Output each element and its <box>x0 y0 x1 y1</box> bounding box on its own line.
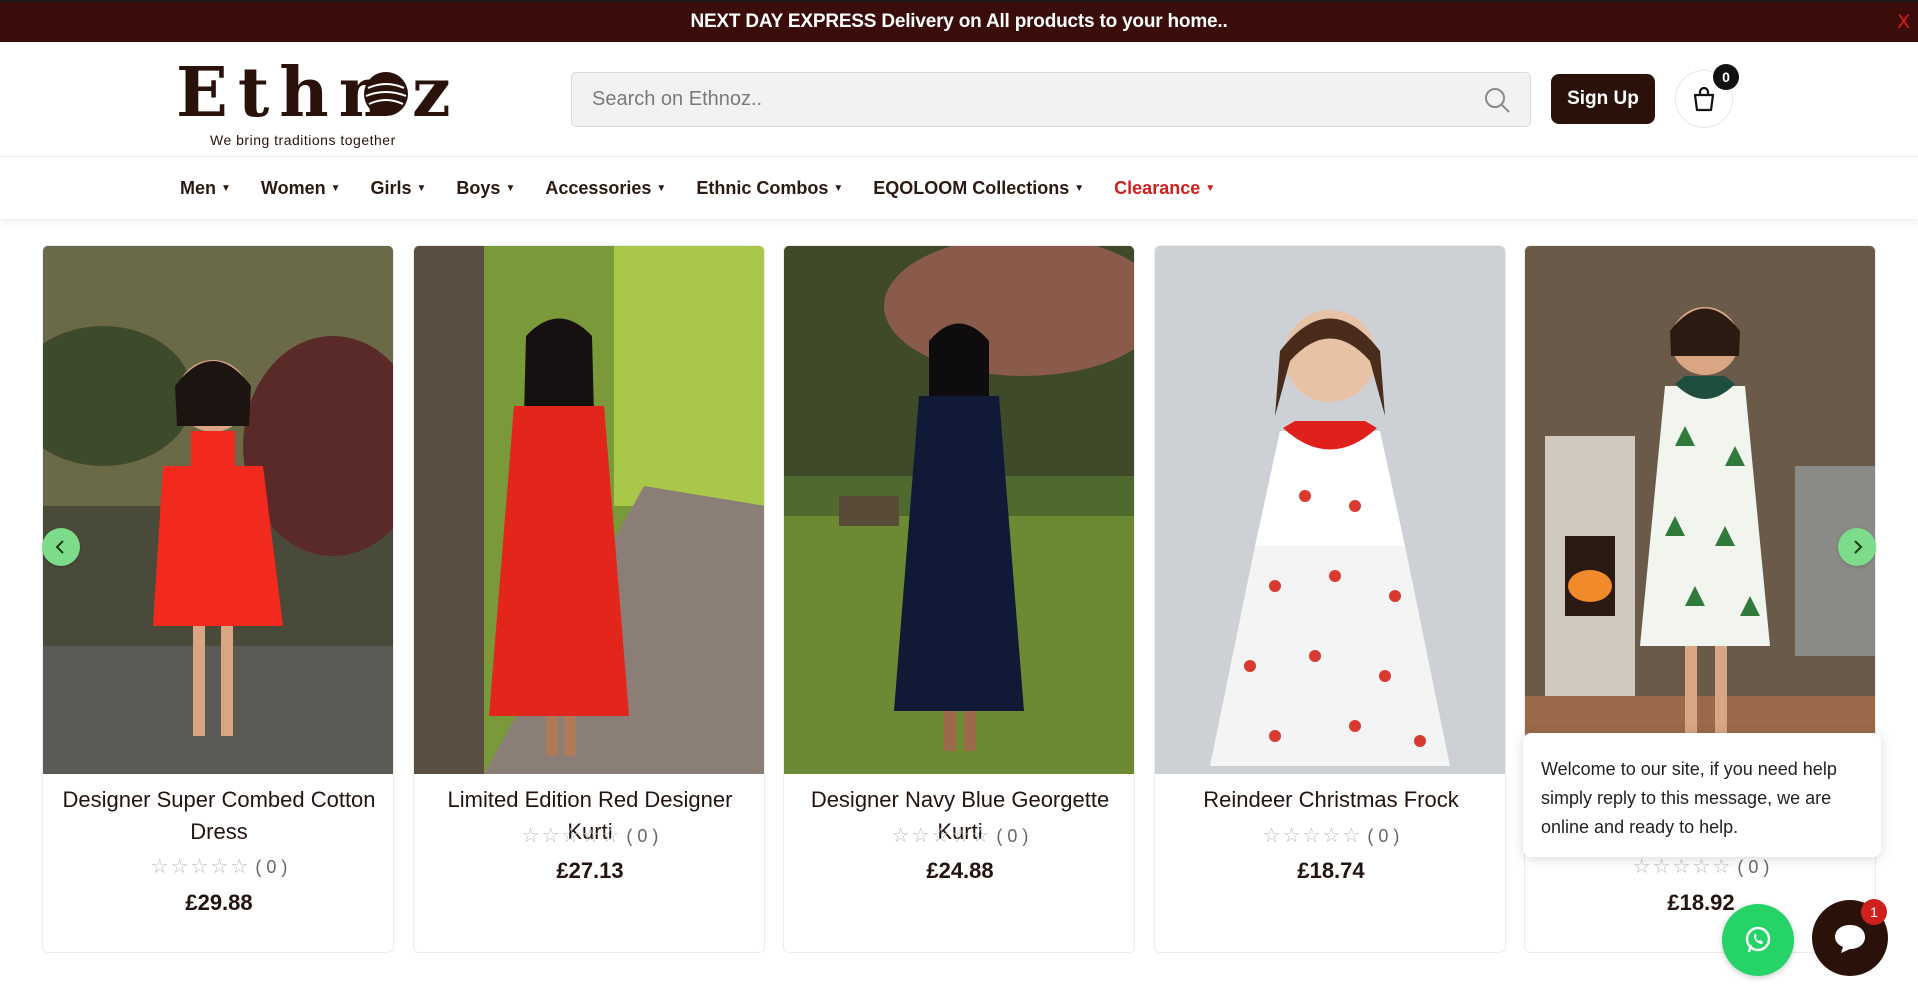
product-rating: ☆☆☆☆☆ ( 0 ) <box>1525 854 1875 879</box>
star-rating-icon: ☆☆☆☆☆ <box>150 856 251 878</box>
sign-up-button[interactable]: Sign Up <box>1551 74 1655 124</box>
caret-down-icon: ▼ <box>221 182 231 194</box>
nav-label: Men <box>180 177 216 198</box>
product-price: £18.74 <box>1297 858 1365 883</box>
review-count: ( 0 ) <box>1737 857 1770 877</box>
chevron-right-icon <box>1854 540 1863 554</box>
product-rating: ☆☆☆☆☆ ( 0 ) <box>1155 823 1505 848</box>
product-image[interactable] <box>414 246 765 774</box>
chevron-left-icon <box>55 540 64 554</box>
logo-wordmark: Ethn z <box>176 53 451 133</box>
nav-label: Boys <box>456 177 501 198</box>
review-count: ( 0 ) <box>996 826 1029 846</box>
product-card[interactable]: Designer Navy Blue Georgette Kurti ☆☆☆☆☆… <box>783 245 1135 953</box>
nav-item-clearance[interactable]: Clearance ▼ <box>1114 178 1215 199</box>
logo-tagline: We bring traditions together <box>210 132 396 148</box>
nav-item-men[interactable]: Men ▼ <box>180 178 231 199</box>
nav-label: Women <box>260 177 326 198</box>
chat-bubble-icon <box>1835 925 1865 953</box>
nav-label: Girls <box>370 177 412 198</box>
product-rating: ☆☆☆☆☆ ( 0 ) <box>414 823 764 848</box>
main-nav: Men ▼ Women ▼ Girls ▼ Boys ▼ Accessories ▼ Et… <box>0 157 1918 219</box>
product-title[interactable]: Designer Super Combed Cotton Dress <box>53 784 385 848</box>
announcement-bar: NEXT DAY EXPRESS Delivery on All product… <box>0 0 1918 42</box>
nav-item-accessories[interactable]: Accessories ▼ <box>545 178 666 199</box>
caret-down-icon: ▼ <box>505 182 516 194</box>
nav-label: EQOLOOM Collections <box>873 177 1070 198</box>
product-card[interactable]: Limited Edition Red Designer Kurti ☆☆☆☆☆… <box>413 245 765 953</box>
star-rating-icon: ☆☆☆☆☆ <box>1632 856 1733 878</box>
product-rating: ☆☆☆☆☆ ( 0 ) <box>784 823 1134 848</box>
product-title[interactable]: Reindeer Christmas Frock <box>1165 784 1497 816</box>
product-price: £24.88 <box>926 858 994 883</box>
product-card[interactable]: Reindeer Christmas Frock ☆☆☆☆☆ ( 0 ) £18… <box>1154 245 1506 953</box>
nav-item-ethnic-combos[interactable]: Ethnic Combos ▼ <box>696 178 843 199</box>
nav-item-eqoloom-collections[interactable]: EQOLOOM Collections ▼ <box>873 178 1084 199</box>
search-input[interactable] <box>572 73 1482 126</box>
nav-label: Ethnic Combos <box>696 177 829 198</box>
nav-item-girls[interactable]: Girls ▼ <box>370 178 426 199</box>
review-count: ( 0 ) <box>1367 826 1400 846</box>
shopping-bag-icon <box>1693 86 1715 112</box>
product-price: £29.88 <box>185 890 253 915</box>
caret-down-icon: ▼ <box>330 182 341 194</box>
caret-down-icon: ▼ <box>416 182 427 194</box>
product-image[interactable] <box>1155 246 1506 774</box>
product-card[interactable]: Designer Super Combed Cotton Dress ☆☆☆☆☆… <box>42 245 394 953</box>
chat-welcome-message[interactable]: Welcome to our site, if you need help si… <box>1523 733 1881 857</box>
product-price: £27.13 <box>556 858 624 883</box>
caret-down-icon: ▼ <box>656 182 667 194</box>
nav-label: Accessories <box>545 177 652 198</box>
star-rating-icon: ☆☆☆☆☆ <box>1262 825 1363 847</box>
carousel-prev-button[interactable] <box>42 528 80 566</box>
whatsapp-button[interactable] <box>1722 904 1794 976</box>
chat-unread-badge: 1 <box>1861 899 1887 925</box>
product-image[interactable] <box>1525 246 1876 774</box>
nav-label: Clearance <box>1114 177 1201 198</box>
announcement-text: NEXT DAY EXPRESS Delivery on All product… <box>690 11 1228 32</box>
product-image[interactable] <box>43 246 394 774</box>
carousel-next-button[interactable] <box>1838 528 1876 566</box>
star-rating-icon: ☆☆☆☆☆ <box>521 825 622 847</box>
product-image[interactable] <box>784 246 1135 774</box>
review-count: ( 0 ) <box>255 857 288 877</box>
cart-count-badge: 0 <box>1713 64 1739 90</box>
caret-down-icon: ▼ <box>833 182 844 194</box>
nav-item-boys[interactable]: Boys ▼ <box>456 178 515 199</box>
site-header: Ethn z We bring traditions together Sign… <box>0 42 1918 157</box>
review-count: ( 0 ) <box>626 826 659 846</box>
whatsapp-icon <box>1745 926 1771 953</box>
svg-text:z: z <box>412 53 451 132</box>
search-icon[interactable] <box>1482 85 1512 115</box>
search-bar[interactable] <box>571 72 1531 127</box>
nav-item-women[interactable]: Women ▼ <box>261 178 341 199</box>
ethnoz-logo[interactable]: Ethn z We bring traditions together <box>176 52 456 152</box>
caret-down-icon: ▼ <box>1074 182 1085 194</box>
product-rating: ☆☆☆☆☆ ( 0 ) <box>43 854 393 879</box>
star-rating-icon: ☆☆☆☆☆ <box>891 825 992 847</box>
announcement-close-button[interactable]: X <box>1897 12 1910 34</box>
caret-down-icon: ▼ <box>1205 182 1216 194</box>
